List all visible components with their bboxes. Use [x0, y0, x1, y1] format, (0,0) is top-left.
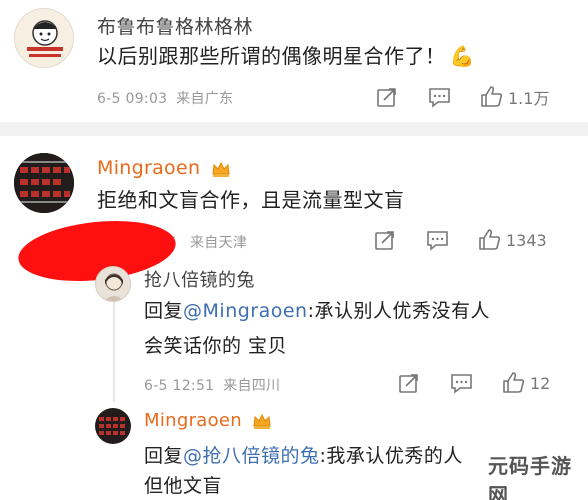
reply-text: 回复@抢八倍镜的兔:我承认优秀的人: [144, 440, 463, 472]
like-count: 1.1万: [508, 89, 550, 108]
comment-icon: [451, 374, 472, 394]
crown-badge-icon: [212, 161, 230, 177]
avatar[interactable]: [14, 153, 74, 213]
person-avatar-icon: [103, 273, 125, 301]
comment-meta: 6-5 09:03 来自广东: [97, 88, 233, 108]
location: 来自广东: [176, 91, 234, 107]
thumbs-up-icon: [503, 372, 525, 393]
repost-button[interactable]: [398, 372, 420, 394]
like-count: 1343: [506, 230, 547, 250]
reply-meta: 6-5 12:51 来自四川: [144, 375, 280, 395]
avatar[interactable]: [95, 266, 131, 302]
reply-prefix: 回复: [144, 445, 184, 467]
crown-badge-icon: [253, 413, 271, 429]
location: 来自四川: [223, 378, 281, 394]
username[interactable]: Mingraoen: [144, 410, 272, 431]
repost-button[interactable]: [376, 86, 398, 108]
username[interactable]: 抢八倍镜的兔: [144, 266, 255, 292]
like-button[interactable]: 12: [502, 371, 550, 395]
like-count: 12: [530, 373, 551, 393]
username[interactable]: Mingraoen: [97, 157, 231, 179]
mention-link[interactable]: @抢八倍镜的兔: [183, 445, 320, 467]
repost-icon: [375, 231, 394, 250]
comment-button[interactable]: [428, 86, 452, 108]
watermark: 元码手游网: [488, 454, 584, 500]
comment-text: 以后别跟那些所谓的偶像明星合作了！ 💪: [97, 40, 475, 72]
like-button[interactable]: 1.1万: [480, 85, 549, 109]
mixer-board-avatar-icon: [14, 153, 74, 213]
repost-button[interactable]: [374, 229, 396, 251]
cartoon-avatar-icon: [27, 20, 63, 57]
reply-text-line1: :我承认优秀的人: [319, 445, 463, 467]
comment-button[interactable]: [426, 229, 450, 251]
mixer-board-avatar-icon: [99, 417, 125, 435]
like-button[interactable]: 1343: [478, 228, 547, 252]
reply-prefix: 回复: [144, 300, 184, 322]
location: 来自天津: [189, 235, 248, 251]
reply-text-line1: :承认别人优秀没有人: [307, 300, 491, 322]
repost-icon: [399, 374, 418, 393]
thumbs-up-icon: [481, 86, 503, 107]
reply-text-line2: 会笑话你的 宝贝: [144, 335, 288, 357]
mention-link[interactable]: @Mingraoen: [183, 300, 308, 322]
comment-meta: 5 来自天津: [168, 232, 247, 252]
avatar[interactable]: [14, 8, 74, 68]
username[interactable]: 布鲁布鲁格林格林: [97, 12, 253, 39]
comment-button[interactable]: [450, 372, 474, 394]
timestamp: 6-5 09:03: [97, 91, 168, 107]
comment-text: 拒绝和文盲合作，且是流量型文盲: [97, 188, 405, 212]
thumbs-up-icon: [479, 229, 501, 250]
flexed-biceps-icon: 💪: [449, 44, 475, 68]
comment-icon: [429, 88, 450, 108]
section-divider: [0, 122, 588, 136]
reply-text-line2: 但他文盲: [144, 475, 223, 497]
username-text: Mingraoen: [144, 410, 242, 431]
comment-text-body: 以后别跟那些所谓的偶像明星合作了！: [97, 44, 446, 68]
comment-icon: [427, 231, 448, 251]
thread-line: [113, 292, 115, 402]
reply-text: 回复@Mingraoen:承认别人优秀没有人: [144, 295, 490, 327]
repost-icon: [377, 88, 396, 107]
timestamp: 6-5 12:51: [144, 378, 215, 394]
watermark-text: 元码手游网: [488, 454, 572, 500]
avatar[interactable]: [95, 408, 131, 444]
username-text: Mingraoen: [97, 157, 201, 179]
